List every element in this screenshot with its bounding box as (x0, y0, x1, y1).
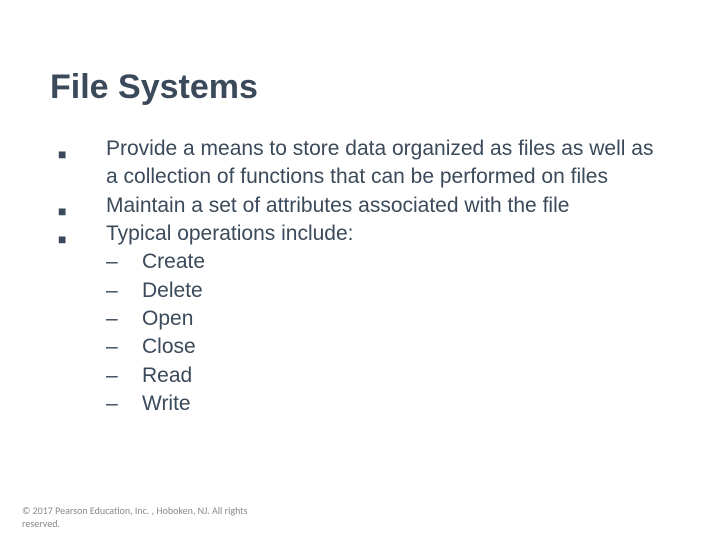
slide-title: File Systems (50, 68, 670, 107)
bullet-text-line: Typical operations include: (106, 220, 670, 248)
bullet-text: Provide a means to store data organized … (106, 135, 670, 192)
slide: File Systems ■ Provide a means to store … (0, 0, 720, 540)
copyright-footer: © 2017 Pearson Education, Inc. , Hoboken… (22, 505, 248, 530)
dash-icon: – (106, 335, 118, 358)
square-bullet-icon: ■ (58, 231, 66, 247)
bullet-item: ■ Provide a means to store data organize… (58, 135, 670, 192)
dash-icon: – (106, 250, 118, 273)
sub-marker: – (106, 305, 142, 333)
sub-item: – Write (106, 390, 670, 418)
square-bullet-icon: ■ (58, 146, 66, 162)
sub-list: – Create – Delete – Open – Close (106, 248, 670, 418)
sub-marker: – (106, 248, 142, 276)
dash-icon: – (106, 307, 118, 330)
slide-body: ■ Provide a means to store data organize… (50, 135, 670, 418)
sub-marker: – (106, 333, 142, 361)
sub-item: – Open (106, 305, 670, 333)
sub-item: – Read (106, 362, 670, 390)
sub-text: Open (142, 305, 193, 333)
bullet-marker: ■ (58, 192, 106, 220)
sub-marker: – (106, 390, 142, 418)
bullet-item: ■ Typical operations include: – Create –… (58, 220, 670, 418)
bullet-marker: ■ (58, 220, 106, 418)
footer-line: reserved. (22, 518, 248, 531)
sub-item: – Create (106, 248, 670, 276)
sub-text: Close (142, 333, 196, 361)
dash-icon: – (106, 364, 118, 387)
sub-text: Delete (142, 277, 203, 305)
sub-text: Read (142, 362, 192, 390)
sub-item: – Delete (106, 277, 670, 305)
bullet-text: Typical operations include: – Create – D… (106, 220, 670, 418)
sub-text: Create (142, 248, 205, 276)
dash-icon: – (106, 392, 118, 415)
sub-marker: – (106, 362, 142, 390)
bullet-item: ■ Maintain a set of attributes associate… (58, 192, 670, 220)
bullet-marker: ■ (58, 135, 106, 192)
dash-icon: – (106, 279, 118, 302)
sub-item: – Close (106, 333, 670, 361)
bullet-text: Maintain a set of attributes associated … (106, 192, 670, 220)
footer-line: © 2017 Pearson Education, Inc. , Hoboken… (22, 505, 248, 518)
sub-marker: – (106, 277, 142, 305)
square-bullet-icon: ■ (58, 203, 66, 219)
sub-text: Write (142, 390, 191, 418)
